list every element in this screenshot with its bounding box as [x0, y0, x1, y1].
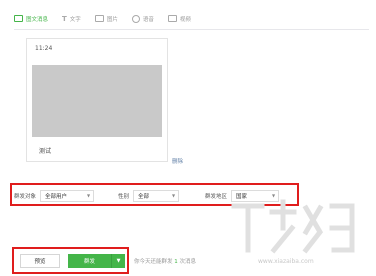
video-icon	[167, 15, 177, 22]
message-type-tabs: 图文消息 T 文字 图片 语音 视频	[14, 8, 369, 30]
image-icon	[94, 15, 104, 22]
tab-voice[interactable]: 语音	[131, 14, 154, 23]
news-icon	[14, 15, 23, 22]
voice-icon	[131, 14, 140, 23]
watermark-url: www.xiazaiba.com	[258, 258, 314, 265]
hint-prefix: 你今天还能群发	[134, 259, 173, 265]
card-time: 11:24	[35, 45, 53, 52]
gender-label: 性别	[118, 193, 130, 200]
tab-image-label: 图片	[106, 16, 118, 23]
region-label: 群发地区	[205, 193, 228, 200]
hint-count: 1	[174, 259, 178, 265]
delete-link[interactable]: 删除	[172, 157, 183, 165]
tab-text-label: 文字	[69, 16, 81, 23]
gender-value: 全部	[138, 193, 150, 200]
send-button[interactable]: 群发 ▼	[68, 254, 125, 268]
tab-news[interactable]: 图文消息	[14, 15, 48, 23]
hint-suffix: 次消息	[179, 259, 197, 265]
news-card[interactable]: 11:24 测试	[26, 38, 168, 162]
target-value: 全部用户	[45, 193, 68, 200]
preview-label: 预览	[34, 259, 46, 265]
target-select[interactable]: 全部用户 ▼	[40, 189, 95, 202]
tab-image[interactable]: 图片	[94, 15, 118, 23]
gender-select[interactable]: 全部 ▼	[133, 189, 180, 202]
watermark-logo: www.xiazaiba.com	[228, 198, 370, 270]
chevron-down-icon: ▼	[116, 258, 121, 264]
cover-image	[32, 65, 162, 137]
tab-video[interactable]: 视频	[167, 15, 191, 23]
remaining-sends-hint: 你今天还能群发 1 次消息	[134, 257, 196, 265]
tab-text[interactable]: T 文字	[62, 15, 81, 23]
tab-news-label: 图文消息	[26, 16, 49, 23]
send-label: 群发	[83, 259, 95, 265]
preview-button[interactable]: 预览	[20, 254, 60, 268]
target-label: 群发对象	[14, 193, 37, 200]
text-icon: T	[62, 14, 67, 23]
watermark-glyphs	[231, 199, 355, 254]
chevron-down-icon: ▼	[86, 193, 91, 198]
tab-voice-label: 语音	[142, 16, 154, 23]
card-title: 测试	[39, 148, 52, 155]
send-dropdown[interactable]: ▼	[111, 254, 125, 268]
chevron-down-icon: ▼	[171, 193, 176, 198]
tab-video-label: 视频	[179, 16, 191, 23]
mass-send-page: 图文消息 T 文字 图片 语音 视频 11:24 测试 删除 群发对象 全部用户…	[0, 0, 376, 276]
